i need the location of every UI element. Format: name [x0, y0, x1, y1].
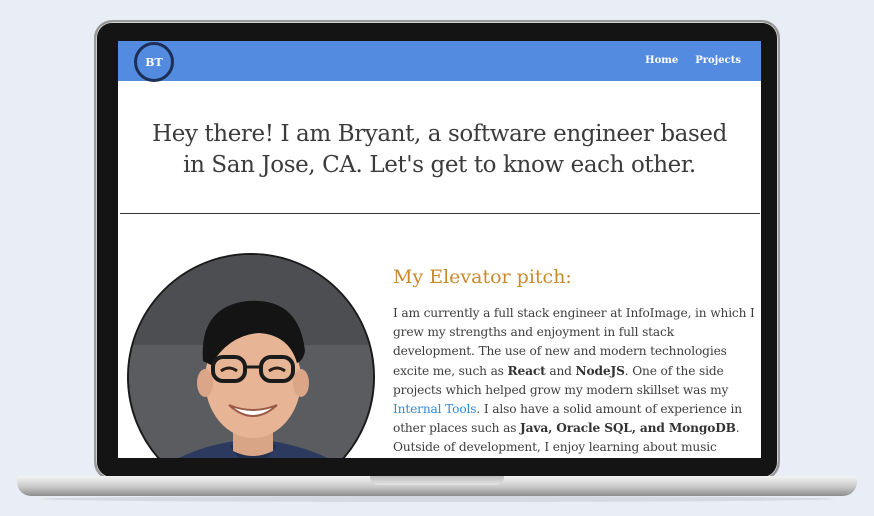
pitch-tech-react: React	[507, 363, 546, 378]
laptop-notch	[370, 476, 504, 485]
pitch-text-2: and	[545, 363, 576, 378]
laptop-shadow	[40, 496, 834, 502]
profile-photo-illustration	[129, 255, 373, 458]
profile-photo	[127, 253, 375, 458]
internal-tools-link[interactable]: Internal Tools	[393, 402, 477, 416]
navbar: BT Home Projects	[118, 41, 761, 82]
nav-projects-link[interactable]: Projects	[695, 55, 741, 66]
hero-line-1: Hey there! I am Bryant, a software engin…	[152, 121, 727, 147]
elevator-pitch-text: I am currently a full stack engineer at …	[393, 304, 755, 458]
section-divider	[120, 213, 760, 214]
nav-links: Home Projects	[645, 55, 741, 66]
elevator-pitch-title: My Elevator pitch:	[393, 266, 572, 288]
hero-line-2: in San Jose, CA. Let's get to know each …	[183, 152, 696, 178]
logo-bt[interactable]: BT	[134, 42, 174, 82]
nav-home-link[interactable]: Home	[645, 55, 678, 66]
hero-heading: Hey there! I am Bryant, a software engin…	[118, 119, 761, 181]
pitch-tech-backend: Java, Oracle SQL, and MongoDB	[520, 421, 736, 436]
browser-screen: BT Home Projects Hey there! I am Bryant,…	[118, 41, 761, 458]
pitch-tech-nodejs: NodeJS	[575, 363, 625, 378]
